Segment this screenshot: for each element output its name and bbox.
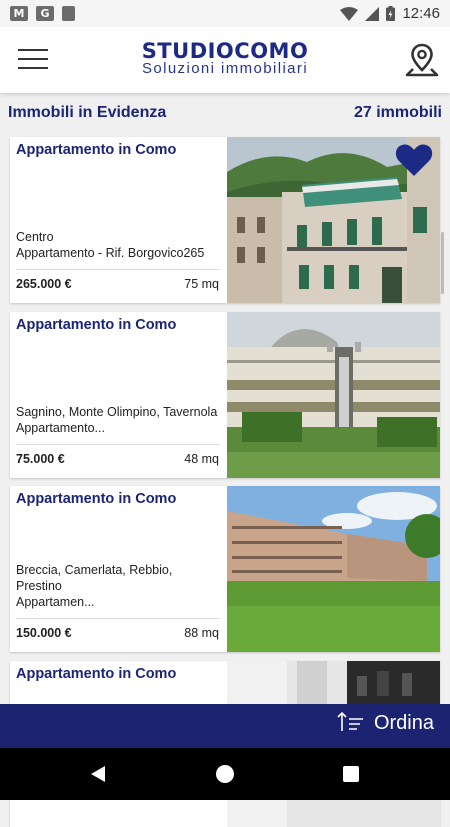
android-nav-bar bbox=[0, 748, 450, 800]
divider bbox=[16, 269, 220, 270]
clock: 12:46 bbox=[402, 5, 440, 22]
sort-label: Ordina bbox=[373, 711, 434, 734]
listing-card[interactable]: Appartamento in Como Breccia, Camerlata,… bbox=[10, 486, 440, 652]
listing-type: Appartamento - Rif. Borgovico265 bbox=[16, 246, 205, 260]
listing-info: Appartamento in Como Breccia, Camerlata,… bbox=[10, 486, 227, 652]
listing-photo[interactable] bbox=[227, 137, 440, 303]
logo-main-text: STUDIOCOMO bbox=[141, 39, 309, 63]
sort-bar: Ordina bbox=[0, 704, 450, 748]
signal-icon bbox=[365, 6, 380, 21]
listing-description: Centro Appartamento - Rif. Borgovico265 bbox=[16, 229, 221, 261]
divider bbox=[16, 618, 220, 619]
listing-description: Sagnino, Monte Olimpino, Tavernola Appar… bbox=[16, 404, 221, 436]
favorite-heart-icon[interactable] bbox=[394, 142, 434, 178]
logo-sub-text: Soluzioni immobiliari bbox=[141, 60, 309, 77]
list-header: Immobili in Evidenza 27 immobili bbox=[0, 100, 450, 126]
listing-title: Appartamento in Como bbox=[16, 666, 177, 682]
app-header: STUDIOCOMO Soluzioni immobiliari bbox=[0, 27, 450, 93]
listing-size: 75 mq bbox=[184, 277, 219, 291]
listing-size: 88 mq bbox=[184, 626, 219, 640]
list-title: Immobili in Evidenza bbox=[8, 104, 167, 121]
studiocomo-logo: STUDIOCOMO Soluzioni immobiliari bbox=[128, 39, 322, 78]
listing-price: 265.000 € bbox=[16, 277, 72, 291]
back-icon[interactable] bbox=[89, 765, 107, 783]
listing-zone: Sagnino, Monte Olimpino, Tavernola bbox=[16, 405, 218, 419]
listing-price: 75.000 € bbox=[16, 452, 65, 466]
battery-charging-icon bbox=[386, 6, 396, 21]
divider bbox=[16, 444, 220, 445]
listing-info: Appartamento in Como Sagnino, Monte Olim… bbox=[10, 312, 227, 478]
recents-icon[interactable] bbox=[343, 766, 359, 782]
map-pin-icon[interactable] bbox=[404, 42, 440, 78]
listing-info: Appartamento in Como Centro Appartamento… bbox=[10, 137, 227, 303]
listing-type: Appartamento... bbox=[16, 421, 105, 435]
listing-size: 48 mq bbox=[184, 452, 219, 466]
listing-description: Breccia, Camerlata, Rebbio, Prestino App… bbox=[16, 562, 221, 610]
home-icon[interactable] bbox=[216, 765, 234, 783]
list-count: 27 immobili bbox=[353, 104, 442, 121]
wifi-icon bbox=[340, 6, 359, 21]
google-icon: G bbox=[36, 6, 54, 21]
sort-button[interactable]: Ordina bbox=[336, 711, 434, 735]
listing-zone: Centro bbox=[16, 230, 54, 244]
status-bar: M G 12:46 bbox=[0, 0, 450, 27]
sd-card-icon bbox=[62, 6, 75, 21]
gmail-icon: M bbox=[10, 6, 28, 21]
listing-photo[interactable] bbox=[227, 486, 440, 652]
listing-title: Appartamento in Como bbox=[16, 317, 177, 333]
scrollbar[interactable] bbox=[441, 232, 444, 294]
listing-price: 150.000 € bbox=[16, 626, 72, 640]
listing-type: Appartamen... bbox=[16, 595, 95, 609]
listing-title: Appartamento in Como bbox=[16, 142, 177, 158]
listing-photo[interactable] bbox=[227, 312, 440, 478]
listing-card[interactable]: Appartamento in Como Sagnino, Monte Olim… bbox=[10, 312, 440, 478]
listing-zone: Breccia, Camerlata, Rebbio, Prestino bbox=[16, 563, 173, 593]
hamburger-menu-icon[interactable] bbox=[18, 49, 48, 71]
sort-icon bbox=[337, 711, 363, 731]
listing-title: Appartamento in Como bbox=[16, 491, 177, 507]
listing-card[interactable]: Appartamento in Como Centro Appartamento… bbox=[10, 137, 440, 303]
